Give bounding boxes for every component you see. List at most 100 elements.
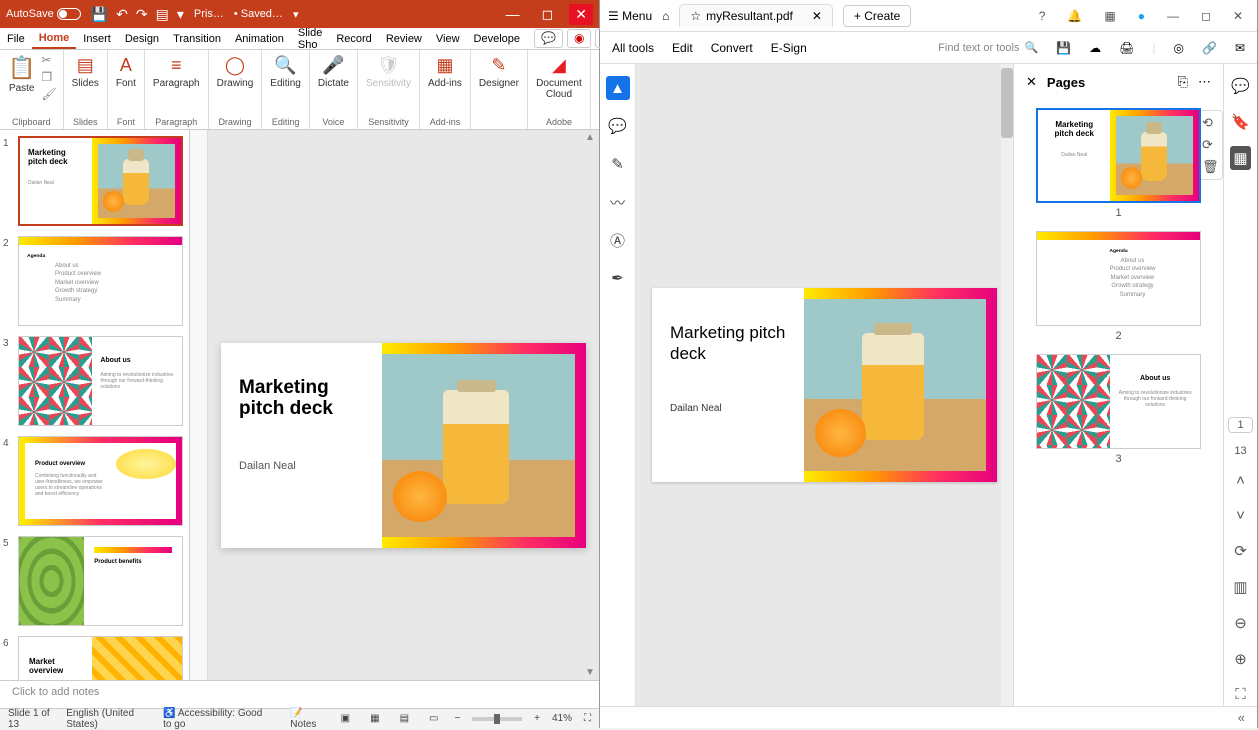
tab-record[interactable]: Record bbox=[329, 30, 378, 48]
rotate-right-icon[interactable]: ⟳ bbox=[1202, 137, 1220, 153]
quick-access-toolbar[interactable]: 💾 ↶ ↷ ▤ ▾ bbox=[91, 6, 184, 23]
notes-pane[interactable]: Click to add notes bbox=[0, 680, 599, 708]
sorter-view-button[interactable]: ▦ bbox=[366, 713, 383, 724]
fullscreen-icon[interactable]: ⛶ bbox=[1232, 683, 1249, 706]
zoom-in-icon[interactable]: ⊕ bbox=[1231, 647, 1250, 671]
accessibility-indicator[interactable]: ♿ Accessibility: Good to go bbox=[163, 708, 266, 730]
document-tab[interactable]: ☆ myResultant.pdf ✕ bbox=[679, 4, 833, 27]
slide-thumbnails[interactable]: 1Marketing pitch deckDailan Neal 2AgendaA… bbox=[0, 130, 190, 680]
pdf-page[interactable]: Marketing pitch deck Dailan Neal bbox=[652, 288, 997, 482]
slide-title[interactable]: Marketing pitch deck bbox=[239, 377, 364, 421]
page-number-field[interactable]: 1 bbox=[1228, 417, 1252, 433]
slides-button[interactable]: ▤Slides bbox=[70, 53, 101, 91]
menu-button[interactable]: ☰ Menu bbox=[608, 9, 652, 23]
close-button[interactable]: ✕ bbox=[1227, 7, 1249, 25]
slide-author[interactable]: Dailan Neal bbox=[239, 460, 364, 472]
tab-design[interactable]: Design bbox=[118, 30, 166, 48]
zoom-slider[interactable] bbox=[472, 717, 522, 721]
slide-thumb-5[interactable]: 5Product benefits bbox=[6, 536, 183, 626]
record-icon[interactable]: ◉ bbox=[567, 29, 591, 48]
font-button[interactable]: AFont bbox=[114, 53, 138, 91]
print-icon[interactable]: 🖨 bbox=[1119, 41, 1134, 55]
zoom-out-icon[interactable]: ⊖ bbox=[1231, 611, 1250, 635]
slide-canvas[interactable]: Marketing pitch deck Dailan Neal ▲ ▼ bbox=[208, 130, 599, 680]
sign-tool[interactable]: ✒ bbox=[606, 266, 630, 290]
insert-page-icon[interactable]: ⎘ bbox=[1178, 74, 1188, 90]
bookmarks-icon[interactable]: 🔖 bbox=[1228, 110, 1253, 134]
page-thumb-1[interactable]: Marketing pitch deckDailan Neal1 bbox=[1026, 108, 1211, 219]
minimize-button[interactable]: — bbox=[1161, 7, 1185, 25]
slide-thumb-1[interactable]: 1Marketing pitch deckDailan Neal bbox=[6, 136, 183, 226]
rotate-left-icon[interactable]: ⟲ bbox=[1202, 115, 1220, 131]
thumbnails-icon[interactable]: ▦ bbox=[1230, 146, 1250, 170]
tab-review[interactable]: Review bbox=[379, 30, 429, 48]
autosave-toggle[interactable]: AutoSave bbox=[6, 8, 81, 20]
editing-button[interactable]: 🔍Editing bbox=[268, 53, 303, 91]
tab-view[interactable]: View bbox=[429, 30, 467, 48]
rotate-icon[interactable]: ⟳ bbox=[1231, 539, 1250, 563]
slide-thumb-4[interactable]: 4Product overviewCombining functionality… bbox=[6, 436, 183, 526]
mail-icon[interactable]: ✉ bbox=[1235, 41, 1245, 55]
slide-thumb-6[interactable]: 6Market overview bbox=[6, 636, 183, 680]
drawing-button[interactable]: ◯Drawing bbox=[215, 53, 256, 91]
cut-icon[interactable]: ✂ bbox=[41, 53, 56, 67]
collapse-icon[interactable]: « bbox=[1238, 710, 1245, 725]
ai-icon[interactable]: ◎ bbox=[1174, 41, 1184, 55]
slideshow-view-button[interactable]: ▭ bbox=[425, 713, 442, 724]
help-icon[interactable]: ? bbox=[1033, 7, 1052, 25]
page-thumb-2[interactable]: AgendaAbout usProduct overviewMarket ove… bbox=[1026, 231, 1211, 342]
esign-button[interactable]: E-Sign bbox=[771, 41, 807, 55]
maximize-button[interactable]: ◻ bbox=[1195, 7, 1217, 25]
tab-transitions[interactable]: Transition bbox=[166, 30, 228, 48]
paste-button[interactable]: 📋Paste bbox=[6, 53, 37, 96]
language-indicator[interactable]: English (United States) bbox=[66, 708, 151, 730]
present-icon[interactable]: ▤ bbox=[156, 6, 169, 23]
notes-toggle[interactable]: 📝 Notes bbox=[290, 708, 324, 730]
home-icon[interactable]: ⌂ bbox=[662, 9, 669, 23]
comment-tool[interactable]: 💬 bbox=[606, 114, 630, 138]
upload-icon[interactable]: ☁ bbox=[1089, 41, 1101, 55]
undo-icon[interactable]: ↶ bbox=[116, 6, 128, 23]
search-field[interactable]: Find text or tools 🔍 bbox=[938, 41, 1038, 54]
format-painter-icon[interactable]: 🖌 bbox=[41, 87, 56, 101]
zoom-in-button[interactable]: + bbox=[534, 713, 540, 724]
tab-insert[interactable]: Insert bbox=[76, 30, 118, 48]
scroll-down-icon[interactable]: ▼ bbox=[585, 667, 597, 678]
highlight-tool[interactable]: ✎ bbox=[606, 152, 630, 176]
normal-view-button[interactable]: ▣ bbox=[337, 713, 354, 724]
account-icon[interactable]: ● bbox=[1132, 7, 1151, 25]
slide-thumb-2[interactable]: 2AgendaAbout usProduct overviewMarket ov… bbox=[6, 236, 183, 326]
bell-icon[interactable]: 🔔 bbox=[1061, 7, 1088, 25]
tab-file[interactable]: File bbox=[0, 30, 32, 48]
tab-developer[interactable]: Develope bbox=[467, 30, 527, 48]
page-down-icon[interactable]: ˅ bbox=[1233, 504, 1248, 527]
zoom-level[interactable]: 41% bbox=[552, 713, 572, 724]
select-tool[interactable]: ▲ bbox=[606, 76, 630, 100]
current-slide[interactable]: Marketing pitch deck Dailan Neal bbox=[221, 343, 586, 548]
slide-thumb-3[interactable]: 3About usAiming to revolutionize industr… bbox=[6, 336, 183, 426]
tab-home[interactable]: Home bbox=[32, 29, 77, 49]
save-icon[interactable]: 💾 bbox=[91, 6, 108, 23]
reading-view-button[interactable]: ▤ bbox=[396, 713, 413, 724]
paragraph-button[interactable]: ≡Paragraph bbox=[151, 53, 202, 91]
create-button[interactable]: + Create bbox=[843, 5, 911, 27]
reorder-tools[interactable]: ⟲ ⟳ 🗑 bbox=[1199, 110, 1223, 180]
close-button[interactable]: ✕ bbox=[569, 4, 593, 25]
copy-icon[interactable]: ❐ bbox=[41, 70, 56, 84]
document-cloud-button[interactable]: ◢Document Cloud bbox=[534, 53, 584, 102]
page-up-icon[interactable]: ˄ bbox=[1233, 469, 1248, 492]
dictate-button[interactable]: 🎤Dictate bbox=[316, 53, 351, 91]
pdf-viewport[interactable]: Marketing pitch deck Dailan Neal bbox=[636, 64, 1013, 706]
minimize-button[interactable]: — bbox=[500, 4, 526, 24]
fit-button[interactable]: ⛶ bbox=[584, 713, 591, 724]
designer-button[interactable]: ✎Designer bbox=[477, 53, 521, 91]
redo-icon[interactable]: ↷ bbox=[136, 6, 148, 23]
convert-button[interactable]: Convert bbox=[711, 41, 753, 55]
edit-button[interactable]: Edit bbox=[672, 41, 693, 55]
star-icon[interactable]: ☆ bbox=[690, 9, 701, 23]
tab-animations[interactable]: Animation bbox=[228, 30, 291, 48]
all-tools-button[interactable]: All tools bbox=[612, 41, 654, 55]
layout-icon[interactable]: ▥ bbox=[1230, 575, 1250, 599]
tab-close-icon[interactable]: ✕ bbox=[812, 9, 822, 23]
restore-button[interactable]: ◻ bbox=[536, 4, 560, 25]
